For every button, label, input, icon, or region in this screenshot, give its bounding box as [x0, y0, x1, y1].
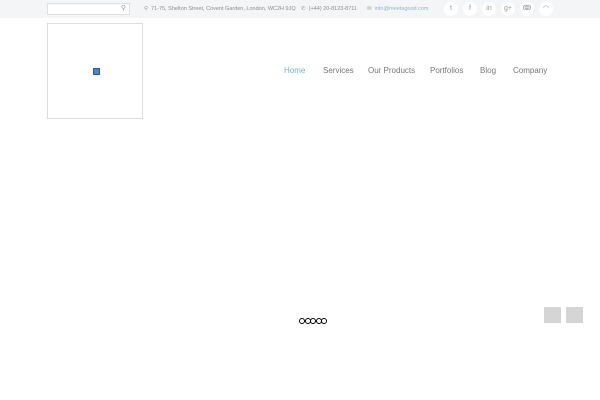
nav-company[interactable]: Company — [513, 66, 547, 75]
slider-dot[interactable] — [321, 318, 327, 324]
map-marker-icon: ⚲ — [144, 6, 149, 12]
address: ⚲ 71-75, Shelton Street, Covent Garden, L… — [144, 4, 296, 14]
search-icon[interactable]: ⚲ — [121, 4, 126, 14]
twitter-icon[interactable]: t — [444, 2, 458, 16]
phone-text: (+44) 20-8123-8711 — [308, 6, 357, 12]
logo[interactable] — [47, 23, 143, 119]
linkedin-icon[interactable]: in — [482, 2, 496, 16]
google-plus-icon[interactable]: g+ — [501, 2, 515, 16]
top-bar: ⚲ ⚲ 71-75, Shelton Street, Covent Garden,… — [0, 0, 600, 21]
search-input[interactable] — [48, 11, 118, 21]
slider-pagination — [299, 318, 327, 324]
slider-next-button[interactable] — [566, 307, 583, 323]
phone-icon: ✆ — [301, 6, 306, 12]
broken-image-icon — [93, 68, 100, 75]
search-box[interactable]: ⚲ — [47, 3, 130, 21]
phone: ✆ (+44) 20-8123-8711 — [301, 4, 357, 14]
address-text: 71-75, Shelton Street, Covent Garden, Lo… — [151, 6, 296, 12]
nav-services[interactable]: Services — [323, 66, 354, 75]
stumbleupon-icon[interactable]: ↂ — [520, 2, 534, 16]
email-link[interactable]: info@meetagood.com — [375, 6, 429, 12]
facebook-icon[interactable]: f — [463, 2, 477, 16]
rss-icon[interactable]: ◠ — [539, 2, 553, 16]
nav-portfolios[interactable]: Portfolios — [430, 66, 463, 75]
nav-our-products[interactable]: Our Products — [368, 66, 415, 75]
nav-home[interactable]: Home — [284, 66, 305, 75]
envelope-icon: ✉ — [367, 6, 372, 12]
nav-blog[interactable]: Blog — [480, 66, 496, 75]
slider-prev-button[interactable] — [544, 307, 561, 323]
email: ✉ info@meetagood.com — [367, 4, 429, 14]
